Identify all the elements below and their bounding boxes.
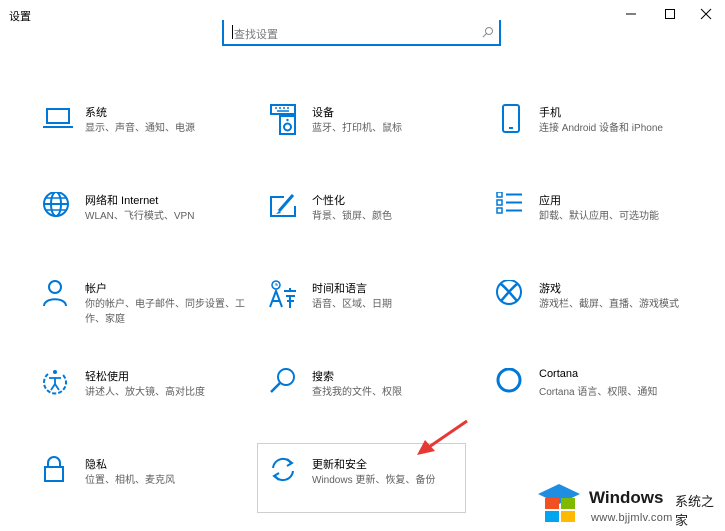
close-button[interactable] [687, 0, 725, 28]
windows-logo-icon [538, 484, 580, 522]
watermark-brand: Windows [589, 488, 664, 507]
maximize-icon [665, 9, 675, 19]
tile-description: 蓝牙、打印机、鼠标 [312, 123, 402, 134]
tile-name: 个性化 [312, 195, 345, 207]
annotation-arrow [417, 419, 468, 455]
tile-name: 手机 [539, 107, 561, 119]
person-icon [43, 280, 67, 307]
tile-description: 讲述人、放大镜、高对比度 [85, 387, 205, 398]
keyboard-speaker-icon [270, 104, 296, 135]
tile-search[interactable]: 搜索 查找我的文件、权限 [269, 368, 469, 424]
tile-name: 系统 [85, 107, 107, 119]
tile-time-language[interactable]: 时间和语言 语音、区域、日期 [269, 280, 469, 336]
tile-privacy[interactable]: 隐私 位置、相机、麦克风 [42, 456, 242, 512]
lock-icon [44, 456, 64, 482]
phone-icon [502, 104, 520, 133]
tile-system[interactable]: 系统 显示、声音、通知、电源 [42, 104, 242, 160]
tile-name: 搜索 [312, 371, 334, 383]
search-placeholder: 查找设置 [234, 29, 278, 41]
tile-gaming[interactable]: 游戏 游戏栏、截屏、直播、游戏模式 [496, 280, 696, 336]
tile-cortana[interactable]: Cortana Cortana 语言、权限、通知 [496, 368, 696, 424]
tile-name: 帐户 [85, 283, 107, 295]
tile-name: Cortana [539, 368, 579, 380]
tile-description: 卸载、默认应用、可选功能 [539, 211, 659, 222]
watermark: Windows 系统之家 www.bjjmlv.com [535, 478, 725, 531]
tile-name: 游戏 [539, 283, 561, 295]
tile-name: 隐私 [85, 459, 107, 471]
tile-accounts[interactable]: 帐户 你的帐户、电子邮件、同步设置、工作、家庭 [42, 280, 245, 336]
tile-description: 连接 Android 设备和 iPhone [539, 123, 663, 134]
search-icon [270, 368, 295, 393]
ease-of-access-icon [43, 370, 67, 395]
minimize-icon [626, 13, 636, 15]
tile-description: 背景、锁屏、颜色 [312, 211, 392, 222]
cortana-icon [496, 368, 522, 393]
tile-personalization[interactable]: 个性化 背景、锁屏、颜色 [269, 192, 469, 248]
maximize-button[interactable] [651, 0, 689, 28]
paintbrush-icon [270, 194, 296, 217]
tile-name: 更新和安全 [312, 459, 367, 471]
tile-devices[interactable]: 设备 蓝牙、打印机、鼠标 [269, 104, 469, 160]
tile-description: 游戏栏、截屏、直播、游戏模式 [539, 299, 679, 310]
tile-phone[interactable]: 手机 连接 Android 设备和 iPhone [496, 104, 696, 160]
tile-description: 你的帐户、电子邮件、同步设置、工作、家庭 [85, 299, 245, 325]
sync-icon [272, 457, 294, 482]
window-title: 设置 [9, 11, 31, 23]
tile-name: 轻松使用 [85, 371, 129, 383]
tile-network[interactable]: 网络和 Internet WLAN、飞行模式、VPN [42, 192, 242, 248]
laptop-icon [43, 108, 73, 128]
tile-apps[interactable]: 应用 卸载、默认应用、可选功能 [496, 192, 696, 248]
tile-name: 应用 [539, 195, 561, 207]
search-icon [482, 27, 493, 38]
tile-description: Windows 更新、恢复、备份 [312, 475, 436, 486]
tile-description: 语音、区域、日期 [312, 299, 392, 310]
watermark-url: www.bjjmlv.com [591, 512, 673, 524]
tile-description: WLAN、飞行模式、VPN [85, 211, 195, 222]
text-caret [232, 25, 233, 39]
globe-icon [43, 192, 69, 217]
tile-name: 时间和语言 [312, 283, 367, 295]
xbox-icon [496, 280, 522, 305]
tile-name: 设备 [312, 107, 334, 119]
close-icon [700, 8, 712, 20]
tile-description: 位置、相机、麦克风 [85, 475, 175, 486]
watermark-site-name: 系统之家 [675, 494, 715, 528]
tile-name: 网络和 Internet [85, 195, 159, 207]
tile-ease-of-access[interactable]: 轻松使用 讲述人、放大镜、高对比度 [42, 368, 242, 424]
tile-description: 查找我的文件、权限 [312, 387, 402, 398]
tile-description: Cortana 语言、权限、通知 [539, 387, 658, 398]
time-language-icon [269, 280, 296, 308]
app-list-icon [496, 192, 522, 214]
minimize-button[interactable] [612, 0, 650, 28]
tile-description: 显示、声音、通知、电源 [85, 123, 195, 134]
search-input[interactable]: 查找设置 [222, 20, 501, 46]
